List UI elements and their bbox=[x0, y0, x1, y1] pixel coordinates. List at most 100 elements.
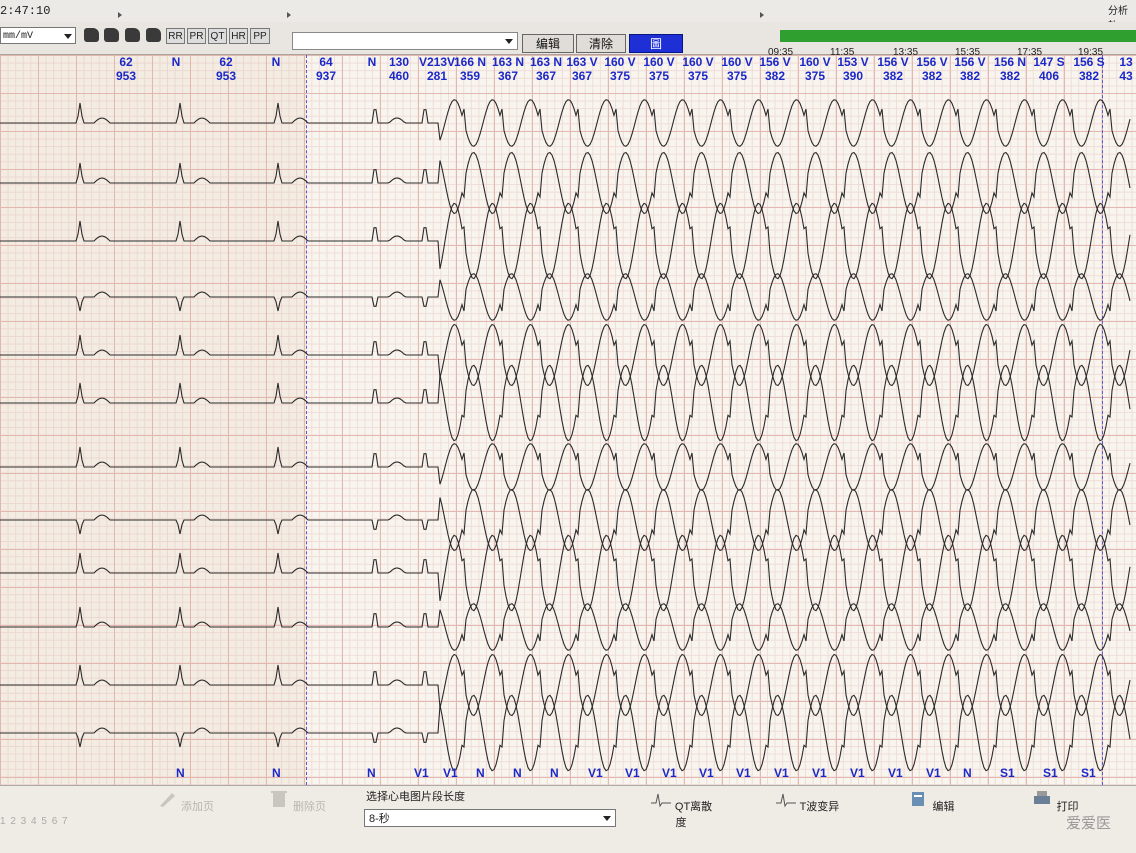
arrow-right-icon[interactable] bbox=[760, 12, 764, 18]
beat-annotation[interactable]: 163 N 367 bbox=[528, 55, 564, 83]
beat-annotation[interactable]: 160 V 375 bbox=[602, 55, 638, 83]
beat-annotation[interactable]: N bbox=[258, 55, 294, 69]
beat-label[interactable]: N bbox=[963, 766, 972, 780]
edit-icon bbox=[912, 792, 925, 806]
rr-interval-value: 367 bbox=[497, 69, 519, 83]
hr-button[interactable]: HR bbox=[229, 28, 248, 44]
heart-rate-value: N bbox=[271, 55, 281, 69]
beat-annotation[interactable]: 166 N 359 bbox=[452, 55, 488, 83]
beat-label[interactable]: V1 bbox=[443, 766, 458, 780]
ecg-strip-area[interactable]: 62 953 N 62 953 N 64 937 N 130 460 V213V 281 166 N 359… bbox=[0, 55, 1136, 785]
heart-rate-value: 160 V bbox=[682, 55, 714, 69]
beat-annotation[interactable]: 156 S 382 bbox=[1071, 55, 1107, 83]
beat-label[interactable]: V1 bbox=[926, 766, 941, 780]
beat-annotation[interactable]: 160 V 375 bbox=[797, 55, 833, 83]
segment-length-select[interactable]: 8-秒 bbox=[364, 809, 616, 827]
beat-label[interactable]: V1 bbox=[850, 766, 865, 780]
hand-pointer-icon[interactable] bbox=[84, 28, 99, 42]
arrow-right-icon[interactable] bbox=[118, 12, 122, 18]
heart-rate-value: 64 bbox=[319, 55, 333, 69]
timeline-progress[interactable] bbox=[780, 30, 1136, 42]
beat-annotation[interactable]: 130 460 bbox=[381, 55, 417, 83]
ecg-lead-trace bbox=[0, 99, 1131, 147]
edit-button[interactable]: 编辑 bbox=[522, 34, 574, 53]
beat-annotation[interactable]: N bbox=[158, 55, 194, 69]
heart-rate-value: 166 N bbox=[453, 55, 487, 69]
qt-dispersion-button[interactable]: QT离散度 bbox=[646, 790, 716, 834]
add-page-button[interactable]: 添加页 bbox=[150, 790, 220, 834]
ecg-lead-trace bbox=[0, 653, 1131, 717]
hand-pointer-icon[interactable] bbox=[125, 28, 140, 42]
beat-label[interactable]: N bbox=[476, 766, 485, 780]
beat-annotation[interactable]: 62 953 bbox=[108, 55, 144, 83]
beat-label[interactable]: N bbox=[550, 766, 559, 780]
delete-page-button[interactable]: 删除页 bbox=[262, 790, 332, 834]
hand-pointer-icon[interactable] bbox=[146, 28, 161, 42]
beat-label[interactable]: S1 bbox=[1000, 766, 1015, 780]
ecg-lead-trace bbox=[0, 273, 1131, 321]
rr-button[interactable]: RR bbox=[166, 28, 185, 44]
beat-annotation[interactable]: 163 V 367 bbox=[564, 55, 600, 83]
beat-label[interactable]: V1 bbox=[736, 766, 751, 780]
chevron-down-icon bbox=[64, 34, 72, 39]
clear-button[interactable]: 清除 bbox=[576, 34, 626, 53]
beat-annotation[interactable]: 156 V 382 bbox=[757, 55, 793, 83]
heart-rate-value: 130 bbox=[388, 55, 410, 69]
heart-rate-value: 147 S bbox=[1033, 55, 1065, 69]
beat-label[interactable]: V1 bbox=[812, 766, 827, 780]
qt-button[interactable]: QT bbox=[208, 28, 227, 44]
rr-interval-value: 375 bbox=[648, 69, 670, 83]
beat-annotation[interactable]: 156 N 382 bbox=[992, 55, 1028, 83]
ecg-lead-trace bbox=[0, 443, 1131, 491]
beat-annotation[interactable]: 156 V 382 bbox=[875, 55, 911, 83]
pen-icon bbox=[159, 793, 175, 807]
beat-label[interactable]: V1 bbox=[414, 766, 429, 780]
clock-text: 2:47:10 bbox=[0, 4, 51, 18]
ecg-lead-trace bbox=[0, 202, 1131, 280]
beat-annotation[interactable]: 156 V 382 bbox=[952, 55, 988, 83]
beat-annotation[interactable]: 156 V 382 bbox=[914, 55, 950, 83]
rr-interval-value: 390 bbox=[842, 69, 864, 83]
rr-interval-value: 382 bbox=[882, 69, 904, 83]
beat-annotation[interactable]: 13 43 bbox=[1108, 55, 1136, 83]
beat-label[interactable]: V1 bbox=[699, 766, 714, 780]
beat-annotation[interactable]: 147 S 406 bbox=[1031, 55, 1067, 83]
heart-rate-value: 160 V bbox=[604, 55, 636, 69]
printer-icon bbox=[1034, 791, 1051, 804]
unit-select[interactable]: mm/mV bbox=[0, 27, 76, 44]
beat-label[interactable]: N bbox=[367, 766, 376, 780]
t-wave-alternans-button[interactable]: T波变异 bbox=[772, 790, 842, 834]
beat-annotation[interactable]: 160 V 375 bbox=[680, 55, 716, 83]
beat-annotation[interactable]: 160 V 375 bbox=[641, 55, 677, 83]
beat-label[interactable]: V1 bbox=[774, 766, 789, 780]
beat-annotation[interactable]: 160 V 375 bbox=[719, 55, 755, 83]
hand-pointer-icon[interactable] bbox=[104, 28, 119, 42]
beat-label[interactable]: V1 bbox=[588, 766, 603, 780]
template-select[interactable] bbox=[292, 32, 518, 50]
beat-annotation[interactable]: 153 V 390 bbox=[835, 55, 871, 83]
beat-label[interactable]: N bbox=[272, 766, 281, 780]
beat-annotation[interactable]: 163 N 367 bbox=[490, 55, 526, 83]
page-tabs[interactable]: 1 2 3 4 5 6 7 bbox=[0, 816, 69, 827]
beat-label[interactable]: N bbox=[176, 766, 185, 780]
rr-interval-value: 382 bbox=[999, 69, 1021, 83]
ecg-lead-trace bbox=[0, 323, 1131, 387]
beat-label[interactable]: V1 bbox=[888, 766, 903, 780]
beat-label[interactable]: S1 bbox=[1043, 766, 1058, 780]
rr-interval-value: 375 bbox=[726, 69, 748, 83]
beat-label[interactable]: N bbox=[513, 766, 522, 780]
watermark-text: 爱爱医 bbox=[1066, 815, 1112, 832]
beat-annotation[interactable]: V213V 281 bbox=[419, 55, 455, 83]
rr-interval-value: 382 bbox=[921, 69, 943, 83]
beat-annotation[interactable]: 62 953 bbox=[208, 55, 244, 83]
pr-button[interactable]: PR bbox=[187, 28, 206, 44]
rr-interval-value: 367 bbox=[535, 69, 557, 83]
edit-report-button[interactable]: 编辑 bbox=[896, 790, 966, 834]
beat-label[interactable]: S1 bbox=[1081, 766, 1096, 780]
graph-button[interactable]: 圖 bbox=[629, 34, 683, 53]
beat-label[interactable]: V1 bbox=[662, 766, 677, 780]
pp-button[interactable]: PP bbox=[250, 28, 270, 44]
arrow-right-icon[interactable] bbox=[287, 12, 291, 18]
beat-annotation[interactable]: 64 937 bbox=[308, 55, 344, 83]
beat-label[interactable]: V1 bbox=[625, 766, 640, 780]
